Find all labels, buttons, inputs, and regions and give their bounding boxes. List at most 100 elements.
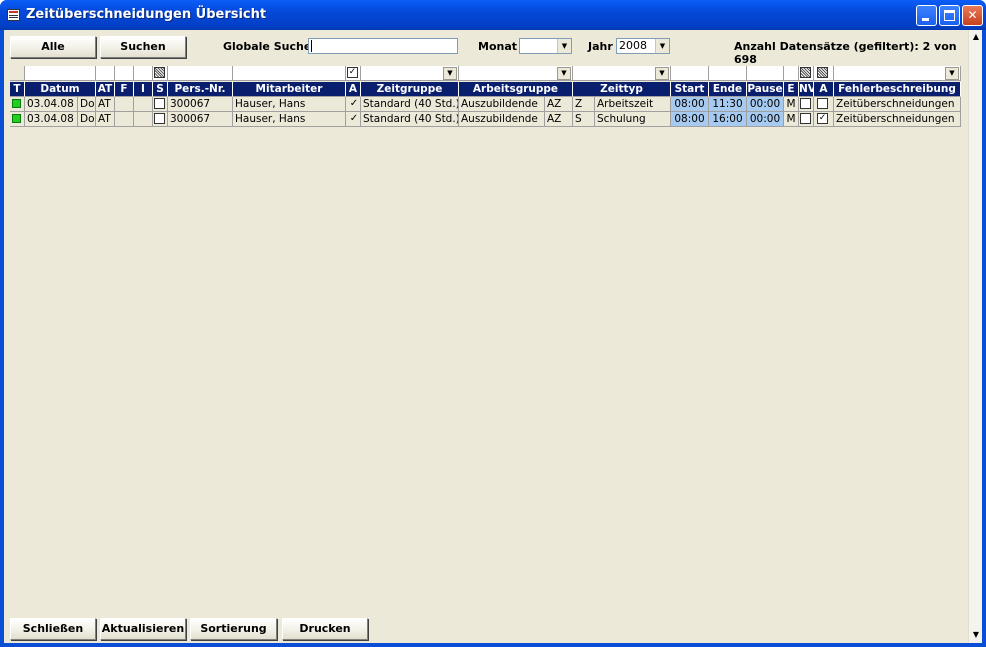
chevron-down-icon[interactable]: ▼	[557, 67, 571, 80]
cell-fehler[interactable]: Zeitüberschneidungen	[834, 97, 961, 112]
cell-nv[interactable]	[799, 112, 814, 127]
search-button[interactable]: Suchen	[100, 36, 186, 58]
cell-nv[interactable]	[799, 97, 814, 112]
row-status[interactable]	[10, 112, 25, 127]
col-fehler[interactable]: Fehlerbeschreibung	[834, 82, 961, 97]
col-pause[interactable]: Pause	[747, 82, 784, 97]
cell-f[interactable]	[115, 97, 134, 112]
checkmark-icon[interactable]: ✓	[348, 97, 360, 111]
col-s[interactable]: S	[153, 82, 168, 97]
cell-zeittyp[interactable]: Arbeitszeit	[595, 97, 671, 112]
cell-at[interactable]: AT	[96, 112, 115, 127]
col-arbeitsgruppe[interactable]: Arbeitsgruppe	[459, 82, 573, 97]
cell-a[interactable]: ✓	[346, 97, 361, 112]
filter-e[interactable]	[784, 66, 799, 81]
year-select[interactable]: 2008 ▼	[616, 38, 670, 54]
filter-s[interactable]	[153, 66, 168, 81]
cell-persnr[interactable]: 300067	[168, 112, 233, 127]
cell-fehler[interactable]: Zeitüberschneidungen	[834, 112, 961, 127]
maximize-button[interactable]	[939, 5, 960, 26]
checkbox-unchecked-icon[interactable]	[154, 98, 165, 109]
cell-zeitgruppe[interactable]: Standard (40 Std.)	[361, 97, 459, 112]
chevron-down-icon[interactable]: ▼	[655, 67, 669, 80]
cell-s[interactable]	[153, 112, 168, 127]
month-select[interactable]: ▼	[519, 38, 572, 54]
filter-pause[interactable]	[747, 66, 784, 81]
cell-a2[interactable]: ✓	[814, 112, 834, 127]
vertical-scrollbar[interactable]: ▲ ▼	[968, 30, 982, 643]
cell-ag-code[interactable]: AZ	[545, 112, 573, 127]
global-search-input[interactable]	[308, 38, 458, 54]
col-persnr[interactable]: Pers.-Nr.	[168, 82, 233, 97]
cell-mitarbeiter[interactable]: Hauser, Hans	[233, 112, 346, 127]
cell-persnr[interactable]: 300067	[168, 97, 233, 112]
chevron-down-icon[interactable]: ▼	[945, 67, 959, 80]
col-start[interactable]: Start	[671, 82, 709, 97]
col-i[interactable]: I	[134, 82, 153, 97]
col-t[interactable]: T	[10, 82, 25, 97]
cell-weekday[interactable]: Do	[78, 97, 96, 112]
cell-zt-code[interactable]: Z	[573, 97, 595, 112]
col-f[interactable]: F	[115, 82, 134, 97]
minimize-button[interactable]	[916, 5, 937, 26]
cell-s[interactable]	[153, 97, 168, 112]
col-zeitgruppe[interactable]: Zeitgruppe	[361, 82, 459, 97]
filter-mitarbeiter[interactable]	[233, 66, 346, 81]
filter-datum[interactable]	[25, 66, 96, 81]
filter-i[interactable]	[134, 66, 153, 81]
all-button[interactable]: Alle	[10, 36, 96, 58]
checkbox-unchecked-icon[interactable]	[800, 98, 811, 109]
title-bar[interactable]: Zeitüberschneidungen Übersicht ✕	[0, 0, 986, 30]
scroll-up-icon[interactable]: ▲	[969, 30, 983, 44]
col-at[interactable]: AT	[96, 82, 115, 97]
tristate-checkbox-icon[interactable]	[154, 67, 165, 78]
col-nv[interactable]: NV	[799, 82, 814, 97]
cell-a2[interactable]	[814, 97, 834, 112]
print-button[interactable]: Drucken	[282, 618, 368, 640]
col-a[interactable]: A	[346, 82, 361, 97]
filter-at[interactable]	[96, 66, 115, 81]
filter-fehler[interactable]: ▼	[834, 66, 961, 81]
cell-datum[interactable]: 03.04.08	[25, 112, 78, 127]
tristate-checkbox-icon[interactable]	[817, 67, 828, 78]
cell-ende[interactable]: 11:30	[709, 97, 747, 112]
col-e[interactable]: E	[784, 82, 799, 97]
checkbox-unchecked-icon[interactable]	[800, 113, 811, 124]
filter-a[interactable]: ✓	[346, 66, 361, 81]
cell-start[interactable]: 08:00	[671, 112, 709, 127]
cell-arbeitsgruppe[interactable]: Auszubildende	[459, 112, 545, 127]
filter-f[interactable]	[115, 66, 134, 81]
filter-start[interactable]	[671, 66, 709, 81]
filter-nv[interactable]	[799, 66, 814, 81]
cell-weekday[interactable]: Do	[78, 112, 96, 127]
cell-start[interactable]: 08:00	[671, 97, 709, 112]
filter-persnr[interactable]	[168, 66, 233, 81]
chevron-down-icon[interactable]: ▼	[443, 67, 457, 80]
cell-e[interactable]: M	[784, 97, 799, 112]
cell-zt-code[interactable]: S	[573, 112, 595, 127]
cell-pause[interactable]: 00:00	[747, 97, 784, 112]
chevron-down-icon[interactable]: ▼	[557, 39, 571, 53]
cell-a[interactable]: ✓	[346, 112, 361, 127]
close-window-button[interactable]: ✕	[962, 5, 983, 26]
cell-datum[interactable]: 03.04.08	[25, 97, 78, 112]
filter-arbeitsgruppe[interactable]: ▼	[459, 66, 573, 81]
checkbox-checked-icon[interactable]: ✓	[817, 113, 828, 124]
sort-button[interactable]: Sortierung	[190, 618, 277, 640]
row-status[interactable]	[10, 97, 25, 112]
col-zeittyp[interactable]: Zeittyp	[573, 82, 671, 97]
checkbox-unchecked-icon[interactable]	[817, 98, 828, 109]
filter-ende[interactable]	[709, 66, 747, 81]
cell-ende[interactable]: 16:00	[709, 112, 747, 127]
cell-e[interactable]: M	[784, 112, 799, 127]
cell-mitarbeiter[interactable]: Hauser, Hans	[233, 97, 346, 112]
checkbox-unchecked-icon[interactable]	[154, 113, 165, 124]
chevron-down-icon[interactable]: ▼	[655, 39, 669, 53]
cell-arbeitsgruppe[interactable]: Auszubildende	[459, 97, 545, 112]
cell-ag-code[interactable]: AZ	[545, 97, 573, 112]
refresh-button[interactable]: Aktualisieren	[100, 618, 186, 640]
cell-at[interactable]: AT	[96, 97, 115, 112]
cell-pause[interactable]: 00:00	[747, 112, 784, 127]
cell-i[interactable]	[134, 112, 153, 127]
tristate-checkbox-icon[interactable]	[800, 67, 811, 78]
